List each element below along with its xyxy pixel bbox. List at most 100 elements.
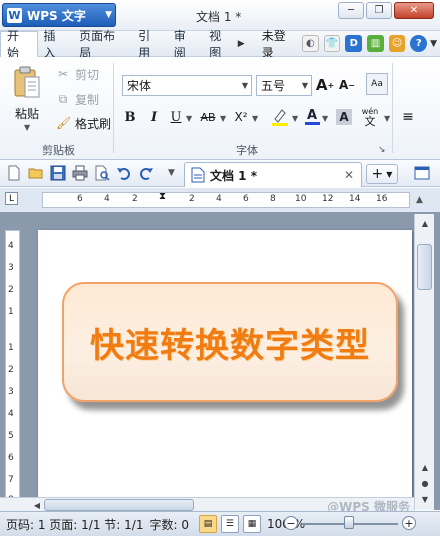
people-icon[interactable]: ☺	[388, 35, 406, 52]
indent-marker-icon[interactable]: ⧗	[159, 191, 166, 202]
chevron-down-icon: ▼	[241, 81, 248, 90]
format-painter-button[interactable]: 🖌 格式刷	[56, 114, 111, 132]
paste-dropdown-icon[interactable]: ▼	[24, 123, 30, 132]
word-count[interactable]: 字数: 0	[149, 516, 189, 533]
window-layout-icon[interactable]	[414, 165, 430, 181]
highlight-icon[interactable]	[270, 107, 290, 127]
scroll-left-icon[interactable]: ◀	[30, 498, 44, 512]
tab-home[interactable]: 开始	[0, 29, 38, 60]
ruler-tick: 4	[104, 194, 110, 204]
minimize-button[interactable]: ─	[338, 2, 364, 19]
strikethrough-button[interactable]: AB	[198, 107, 218, 127]
select-browse-object-icon[interactable]: ●	[418, 476, 432, 490]
ruler-tick: 5	[8, 431, 14, 441]
wps-logo-icon: W	[7, 7, 22, 23]
document-page[interactable]: 快速转换数字类型	[38, 230, 412, 510]
tab-review[interactable]: 审阅	[168, 29, 204, 60]
customize-toolbar-icon[interactable]: ▼	[168, 168, 175, 178]
web-view-button[interactable]: ▦	[242, 515, 261, 533]
print-preview-icon[interactable]	[94, 165, 110, 181]
document-tab[interactable]: 文档 1 * ✕	[184, 162, 362, 187]
clear-format-icon[interactable]: Aa	[366, 73, 388, 95]
font-color-icon[interactable]: A	[303, 107, 321, 127]
phonetic-dropdown-icon[interactable]: ▼	[384, 114, 390, 123]
tab-stop-selector[interactable]: L	[5, 192, 18, 205]
tab-references[interactable]: 引用	[132, 29, 168, 60]
close-button[interactable]: ✕	[394, 2, 434, 19]
redo-icon[interactable]	[138, 165, 154, 181]
superscript-button[interactable]: X²	[232, 107, 250, 127]
help-icon[interactable]: ?	[410, 35, 428, 52]
vertical-scrollbar[interactable]: ▲ ▲ ● ▼	[414, 214, 434, 510]
plus-icon: +	[371, 166, 384, 182]
open-folder-icon[interactable]	[28, 165, 44, 181]
print-icon[interactable]	[72, 165, 88, 181]
skin-icon[interactable]: ◐	[302, 35, 319, 52]
wps-menu-button[interactable]: W WPS 文字 ▼	[2, 3, 116, 27]
save-icon[interactable]	[50, 165, 66, 181]
close-tab-icon[interactable]: ✕	[344, 168, 354, 182]
horizontal-ruler[interactable]: 6 4 2 ⧗ 2 4 6 8 10 12 14 16	[42, 191, 410, 208]
cut-button[interactable]: ✂ 剪切	[56, 65, 99, 83]
paste-button[interactable]: 粘贴	[15, 105, 39, 122]
shrink-font-button[interactable]: A −	[338, 75, 356, 95]
copy-button[interactable]: ⧉ 复制	[56, 90, 99, 108]
vertical-ruler[interactable]: 4 3 2 1 1 2 3 4 5 6 7 8	[5, 230, 20, 508]
restore-button[interactable]: ❐	[366, 2, 392, 19]
page-info: 页码: 1 页面: 1/1 节: 1/1	[6, 517, 144, 532]
tab-insert[interactable]: 插入	[38, 29, 74, 60]
underline-dropdown-icon[interactable]: ▼	[186, 114, 192, 123]
paste-icon[interactable]	[13, 65, 41, 99]
highlight-dropdown-icon[interactable]: ▼	[292, 114, 298, 123]
scroll-thumb[interactable]	[417, 244, 432, 290]
bold-button[interactable]: B	[122, 107, 138, 127]
ruler-area: L 6 4 2 ⧗ 2 4 6 8 10 12 14 16 ▲	[0, 188, 440, 212]
ruler-tick: 2	[8, 365, 14, 375]
zoom-out-icon[interactable]: −	[284, 516, 298, 530]
font-size-select[interactable]: 五号 ▼	[256, 75, 312, 96]
font-size-value: 五号	[261, 79, 286, 93]
new-document-icon[interactable]	[6, 165, 22, 181]
docer-icon[interactable]: D	[345, 35, 363, 52]
copy-icon: ⧉	[58, 92, 68, 106]
char-shading-icon[interactable]: A	[336, 109, 352, 125]
ruler-toggle-icon[interactable]: ▲	[416, 195, 423, 205]
divider	[113, 63, 114, 153]
ruler-tick: 14	[349, 194, 361, 204]
zoom-in-icon[interactable]: +	[402, 516, 416, 530]
shirt-icon[interactable]: 👕	[323, 35, 341, 52]
strike-dropdown-icon[interactable]: ▼	[220, 114, 226, 123]
chevron-down-icon[interactable]: ▼	[427, 39, 440, 49]
chevron-down-icon: ▼	[301, 81, 308, 90]
ruler-tick: 6	[243, 194, 249, 204]
tab-view[interactable]: 视图	[203, 29, 235, 60]
font-color-dropdown-icon[interactable]: ▼	[322, 114, 328, 123]
scroll-up-icon[interactable]: ▲	[418, 216, 432, 230]
outline-view-button[interactable]: ☰	[220, 515, 239, 533]
menu-bar: 开始 插入 页面布局 引用 审阅 视图 ▶ 未登录 ◐ 👕 D ▥ ☺ ? ▼	[0, 29, 440, 60]
page-view-button[interactable]: ▤	[198, 515, 217, 533]
italic-button[interactable]: I	[146, 107, 162, 127]
font-dialog-launcher-icon[interactable]: ↘	[378, 145, 386, 155]
scroll-down-icon[interactable]: ▼	[418, 492, 432, 506]
clipboard-group-label: 剪贴板	[42, 144, 75, 157]
scroll-thumb[interactable]	[44, 499, 194, 511]
scroll-up-icon[interactable]: ▲	[418, 460, 432, 474]
rounded-rectangle-shape[interactable]: 快速转换数字类型	[62, 282, 398, 402]
font-name-select[interactable]: 宋体 ▼	[122, 75, 252, 96]
more-tabs-arrow-icon[interactable]: ▶	[235, 39, 248, 49]
superscript-dropdown-icon[interactable]: ▼	[252, 114, 258, 123]
banner-text[interactable]: 快速转换数字类型	[90, 318, 370, 367]
underline-button[interactable]: U	[168, 107, 184, 127]
ruler-tick: 2	[189, 194, 195, 204]
phonetic-guide-button[interactable]: wén 文	[358, 107, 382, 127]
book-icon[interactable]: ▥	[367, 35, 384, 52]
tab-page-layout[interactable]: 页面布局	[73, 29, 132, 60]
undo-icon[interactable]	[116, 165, 132, 181]
ruler-tick: 2	[132, 194, 138, 204]
new-tab-button[interactable]: + ▼	[366, 164, 398, 184]
login-link[interactable]: 未登录	[262, 27, 297, 61]
align-icon[interactable]: ≡	[400, 107, 416, 127]
zoom-slider-handle[interactable]	[344, 516, 354, 529]
grow-font-button[interactable]: A +	[316, 75, 334, 95]
